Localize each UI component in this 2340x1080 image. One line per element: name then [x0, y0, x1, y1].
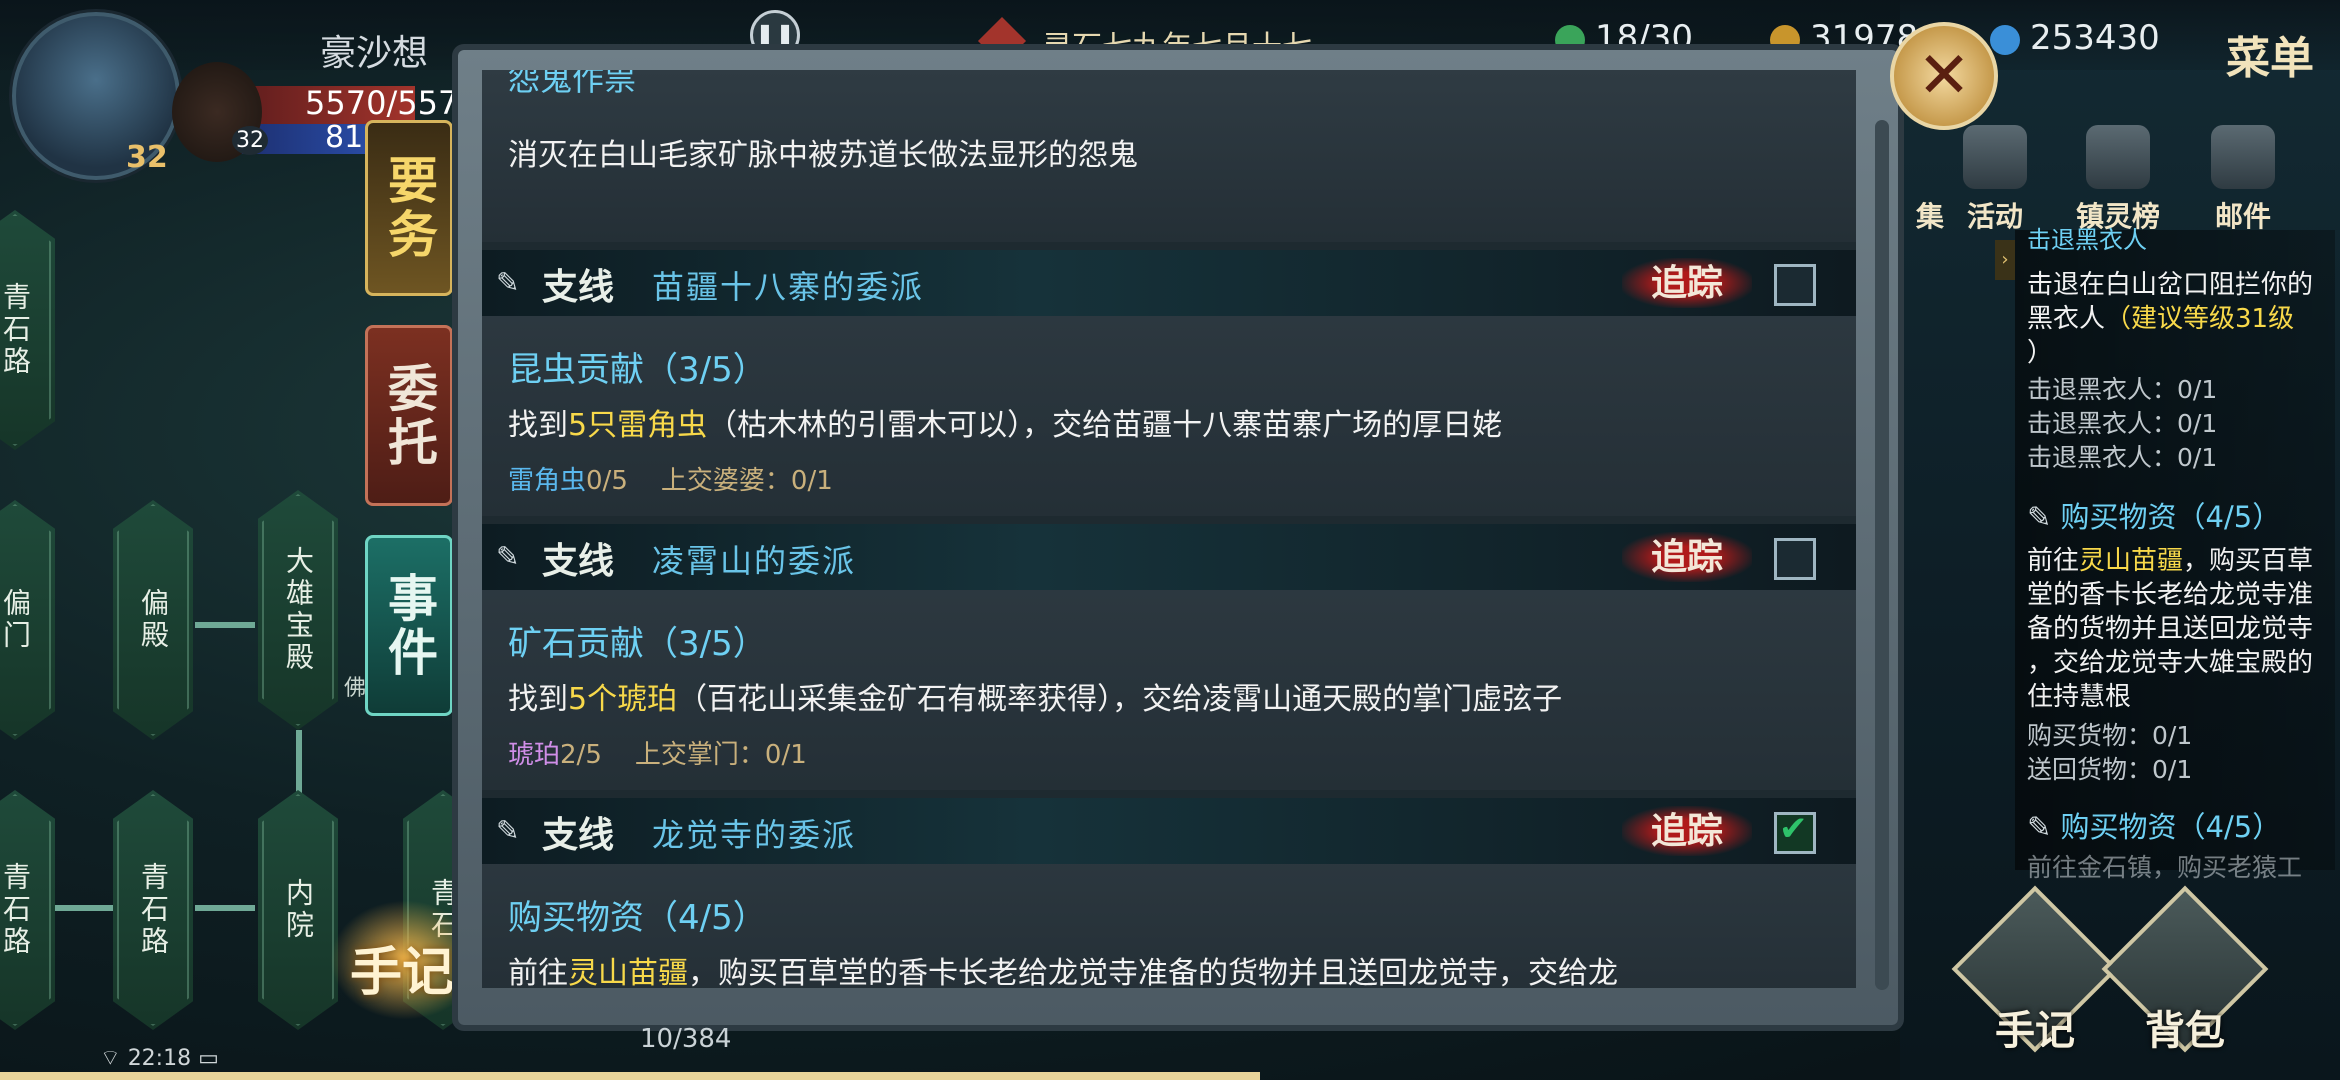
companion-level: 32	[232, 126, 268, 155]
track-checkbox[interactable]	[1774, 264, 1816, 306]
quest-header: ✎ 支线 苗疆十八寨的委派 追踪	[482, 250, 1856, 316]
tracker-objective: 击退黑衣人：0/1	[2027, 443, 2218, 472]
close-icon[interactable]: ✕	[1890, 22, 1998, 130]
spirit-stone-icon	[1990, 24, 2020, 55]
status-time: ⌔ 22:18 ▭	[100, 1046, 219, 1071]
quest-name: 龙觉寺的委派	[652, 816, 857, 854]
checkmark-icon: ✔	[1779, 809, 1808, 849]
quest-type: 支线	[542, 540, 615, 582]
tracker-title: ✎ 购买物资（4/5）	[2027, 810, 2282, 844]
wifi-icon: ⌔	[100, 1046, 128, 1071]
quest-description: 找到5个琥珀（百花山采集金矿石有概率获得），交给凌霄山通天殿的掌门虚弦子	[508, 682, 1563, 717]
quest-header: ✎ 支线 凌霄山的委派 追踪	[482, 524, 1856, 590]
tracker-objective: 击退黑衣人：0/1	[2027, 375, 2218, 404]
quest-list[interactable]: 怨鬼作祟 消灭在白山毛家矿脉中被苏道长做法显形的怨鬼 ✎ 支线 苗疆十八寨的委派…	[482, 70, 1856, 988]
mail-button[interactable]: 邮件	[2193, 125, 2293, 235]
quest-subtitle: 昆虫贡献（3/5）	[508, 350, 767, 390]
brush-icon: ✎	[2027, 500, 2061, 534]
quest-subtitle: 怨鬼作祟	[508, 70, 637, 98]
track-button[interactable]: 追踪	[1622, 806, 1752, 856]
quest-progress: 雷角虫0/5 上交婆婆：0/1	[508, 466, 833, 496]
map-link	[45, 905, 115, 911]
player-level: 32	[126, 140, 168, 175]
map-node[interactable]: 青石路	[113, 790, 193, 1030]
tab-events[interactable]: 事件	[365, 535, 453, 716]
map-link	[195, 622, 255, 628]
journal-button[interactable]: 手记	[350, 930, 454, 1005]
experience-bar	[0, 1072, 1260, 1080]
quest-tracker[interactable]: 击退黑衣人 击退在白山岔口阻拦你的 黑衣人（建议等级31级 ） 击退黑衣人：0/…	[2015, 226, 2335, 882]
battery-icon: ▭	[198, 1046, 219, 1071]
tracker-desc: ，交给龙觉寺大雄宝殿的	[2027, 648, 2314, 678]
map-node-current[interactable]: 大雄宝殿	[258, 490, 338, 730]
map-node[interactable]: 青石路	[0, 790, 55, 1030]
track-button[interactable]: 追踪	[1622, 532, 1752, 582]
buddha-label: 佛	[344, 676, 367, 701]
quest-card[interactable]: 怨鬼作祟 消灭在白山毛家矿脉中被苏道长做法显形的怨鬼	[482, 70, 1856, 242]
brush-icon: ✎	[496, 814, 520, 847]
map-node[interactable]: 内院	[258, 790, 338, 1030]
tracker-desc: 备的货物并且送回龙觉寺	[2027, 614, 2314, 644]
tracker-desc: 堂的香卡长老给龙觉寺准	[2027, 580, 2314, 610]
journal-main-button[interactable]: 手记	[1951, 885, 2119, 1060]
tracker-collapse-arrow[interactable]: ›	[1995, 240, 2015, 280]
tracker-objective: 送回货物：0/1	[2027, 755, 2193, 784]
tracker-desc-partial: 前往金石镇，购买老猿工	[2027, 853, 2303, 882]
quest-description: 找到5只雷角虫（枯木林的引雷木可以），交给苗疆十八寨苗寨广场的厚日姥	[508, 408, 1503, 443]
map-node[interactable]: 偏门	[0, 500, 55, 740]
quest-card[interactable]: ✎ 支线 凌霄山的委派 追踪 矿石贡献（3/5） 找到5个琥珀（百花山采集金矿石…	[482, 524, 1856, 790]
quest-name: 苗疆十八寨的委派	[652, 268, 925, 306]
map-link	[195, 905, 255, 911]
resource-spirit: 253430	[1990, 18, 2160, 58]
tracker-title: ✎ 购买物资（4/5）	[2027, 500, 2282, 534]
hp-value: 5570/557	[305, 84, 459, 122]
tracker-title-partial: 击退黑衣人	[2027, 226, 2147, 254]
ranking-button[interactable]: 镇灵榜	[2068, 125, 2168, 235]
scroll-icon	[2211, 125, 2275, 189]
quest-type: 支线	[542, 814, 615, 856]
tracker-objective: 击退黑衣人：0/1	[2027, 409, 2218, 438]
track-checkbox-checked[interactable]: ✔	[1774, 809, 1816, 854]
tracker-objective: 购买货物：0/1	[2027, 721, 2193, 750]
quest-subtitle: 矿石贡献（3/5）	[508, 624, 767, 664]
activity-button[interactable]: 活动	[1945, 125, 2045, 235]
quest-description: 消灭在白山毛家矿脉中被苏道长做法显形的怨鬼	[508, 138, 1138, 173]
quest-card[interactable]: ✎ 支线 龙觉寺的委派 追踪 ✔ 购买物资（4/5） 前往灵山苗疆，购买百草堂的…	[482, 798, 1856, 988]
map-node[interactable]: 偏殿	[113, 500, 193, 740]
quest-header: ✎ 支线 龙觉寺的委派 追踪 ✔	[482, 798, 1856, 864]
quest-subtitle: 购买物资（4/5）	[508, 898, 767, 938]
tracker-desc: 前往灵山苗疆，购买百草	[2027, 546, 2314, 576]
track-button[interactable]: 追踪	[1622, 258, 1752, 308]
brush-icon: ✎	[496, 540, 520, 573]
pagoda-icon	[2086, 125, 2150, 189]
menu-button[interactable]: 菜单	[2226, 22, 2314, 86]
bottom-counter: 10/384	[640, 1024, 732, 1054]
tab-main-quests[interactable]: 要务	[365, 120, 453, 296]
tracker-desc: 击退在白山岔口阻拦你的	[2027, 270, 2314, 300]
player-name: 豪沙想	[320, 33, 429, 74]
map-link	[296, 730, 302, 800]
brush-icon: ✎	[2027, 810, 2061, 844]
track-checkbox[interactable]	[1774, 538, 1816, 580]
gift-icon	[1963, 125, 2027, 189]
tracker-desc: ）	[2027, 338, 2054, 368]
tracker-desc: 住持慧根	[2027, 682, 2132, 712]
quest-name: 凌霄山的委派	[652, 542, 857, 580]
quest-type: 支线	[542, 266, 615, 308]
quest-card[interactable]: ✎ 支线 苗疆十八寨的委派 追踪 昆虫贡献（3/5） 找到5只雷角虫（枯木林的引…	[482, 250, 1856, 516]
quest-progress: 琥珀2/5 上交掌门：0/1	[508, 740, 807, 770]
quest-description: 前往灵山苗疆，购买百草堂的香卡长老给龙觉寺准备的货物并且送回龙觉寺，交给龙	[508, 956, 1618, 988]
scrollbar[interactable]	[1875, 120, 1889, 990]
bag-button[interactable]: 背包	[2101, 885, 2269, 1060]
map-node[interactable]: 青石路	[0, 210, 55, 450]
brush-icon: ✎	[496, 266, 520, 299]
tracker-desc: 黑衣人（建议等级31级	[2027, 304, 2295, 334]
tab-commissions[interactable]: 委托	[365, 325, 453, 506]
